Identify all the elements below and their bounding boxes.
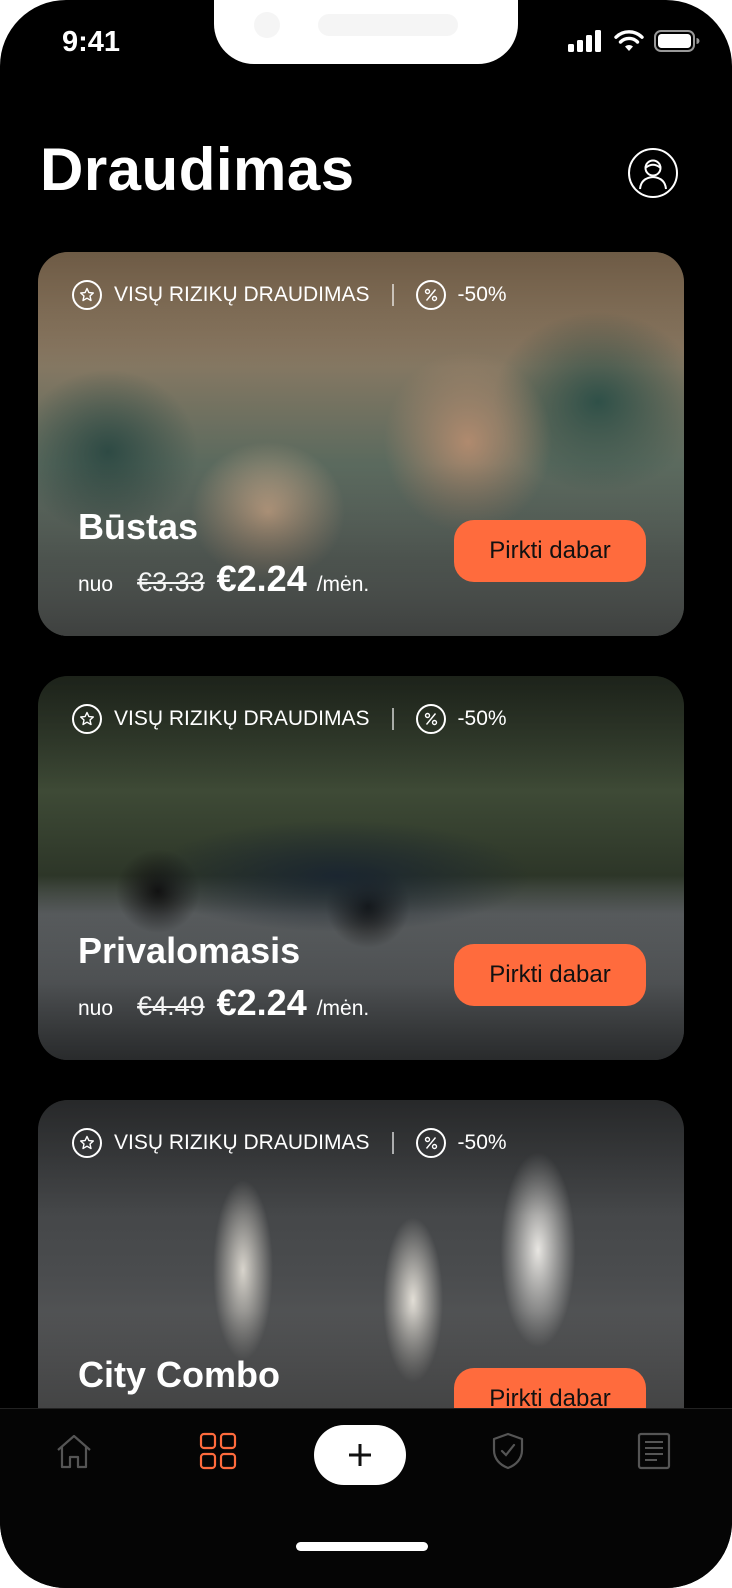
card-title: Privalomasis	[78, 930, 301, 971]
coverage-label: VISŲ RIZIKŲ DRAUDIMAS	[114, 283, 370, 306]
profile-button[interactable]	[628, 148, 678, 198]
price-row: nuo €4.49 €2.24 /mėn.	[78, 982, 369, 1024]
add-button[interactable]	[314, 1425, 406, 1485]
phone-screen: 9:41 Draudimas VISŲ RIZIKŲ DRAUDIMAS -50…	[0, 0, 732, 1588]
price-prefix: nuo	[78, 573, 114, 596]
badge-divider	[391, 284, 394, 306]
price-prefix: nuo	[78, 997, 114, 1020]
page-title: Draudimas	[40, 136, 355, 203]
status-icons	[568, 30, 700, 52]
old-price: €3.33	[137, 567, 205, 597]
document-icon	[637, 1432, 671, 1470]
discount-label: -50%	[457, 707, 507, 730]
card-badges: VISŲ RIZIKŲ DRAUDIMAS -50%	[72, 280, 507, 310]
current-price: €2.24	[216, 558, 307, 599]
coverage-label: VISŲ RIZIKŲ DRAUDIMAS	[114, 1131, 370, 1154]
grid-icon	[199, 1432, 237, 1470]
star-icon	[72, 704, 102, 734]
home-indicator	[296, 1542, 428, 1551]
home-icon	[57, 1434, 91, 1469]
battery-icon	[654, 30, 700, 52]
discount-label: -50%	[457, 1131, 507, 1154]
shield-icon	[492, 1432, 524, 1470]
card-title: City Combo	[78, 1354, 280, 1395]
price-period: /mėn.	[316, 573, 370, 596]
insurance-card-privalomasis[interactable]: VISŲ RIZIKŲ DRAUDIMAS -50% Privalomasis …	[38, 676, 684, 1060]
star-icon	[72, 1128, 102, 1158]
card-badges: VISŲ RIZIKŲ DRAUDIMAS -50%	[72, 704, 507, 734]
price-row: nuo €3.33 €2.24 /mėn.	[78, 558, 369, 600]
current-price: €2.24	[216, 982, 307, 1023]
coverage-label: VISŲ RIZIKŲ DRAUDIMAS	[114, 707, 370, 730]
badge-divider	[391, 1132, 394, 1154]
tab-products[interactable]	[198, 1431, 238, 1471]
camera	[254, 12, 280, 38]
buy-now-button[interactable]: Pirkti dabar	[454, 944, 646, 1006]
discount-label: -50%	[457, 283, 507, 306]
price-period: /mėn.	[316, 997, 370, 1020]
insurance-card-bustas[interactable]: VISŲ RIZIKŲ DRAUDIMAS -50% Būstas nuo €3…	[38, 252, 684, 636]
badge-divider	[391, 708, 394, 730]
tab-home[interactable]	[54, 1431, 94, 1471]
card-title: Būstas	[78, 506, 199, 547]
wifi-icon	[614, 30, 644, 51]
card-badges: VISŲ RIZIKŲ DRAUDIMAS -50%	[72, 1128, 507, 1158]
device-notch	[214, 0, 518, 64]
tab-insurance[interactable]	[488, 1431, 528, 1471]
percent-icon	[415, 1128, 446, 1158]
user-icon	[639, 159, 667, 190]
status-time: 9:41	[62, 26, 121, 58]
bottom-tab-bar	[0, 1408, 732, 1588]
percent-icon	[415, 704, 446, 734]
percent-icon	[415, 280, 446, 310]
old-price: €4.49	[137, 991, 205, 1021]
signal-icon	[568, 30, 601, 52]
star-icon	[72, 280, 102, 310]
speaker	[318, 14, 458, 36]
tab-documents[interactable]	[634, 1431, 674, 1471]
plus-icon	[349, 1444, 371, 1466]
buy-now-button[interactable]: Pirkti dabar	[454, 520, 646, 582]
